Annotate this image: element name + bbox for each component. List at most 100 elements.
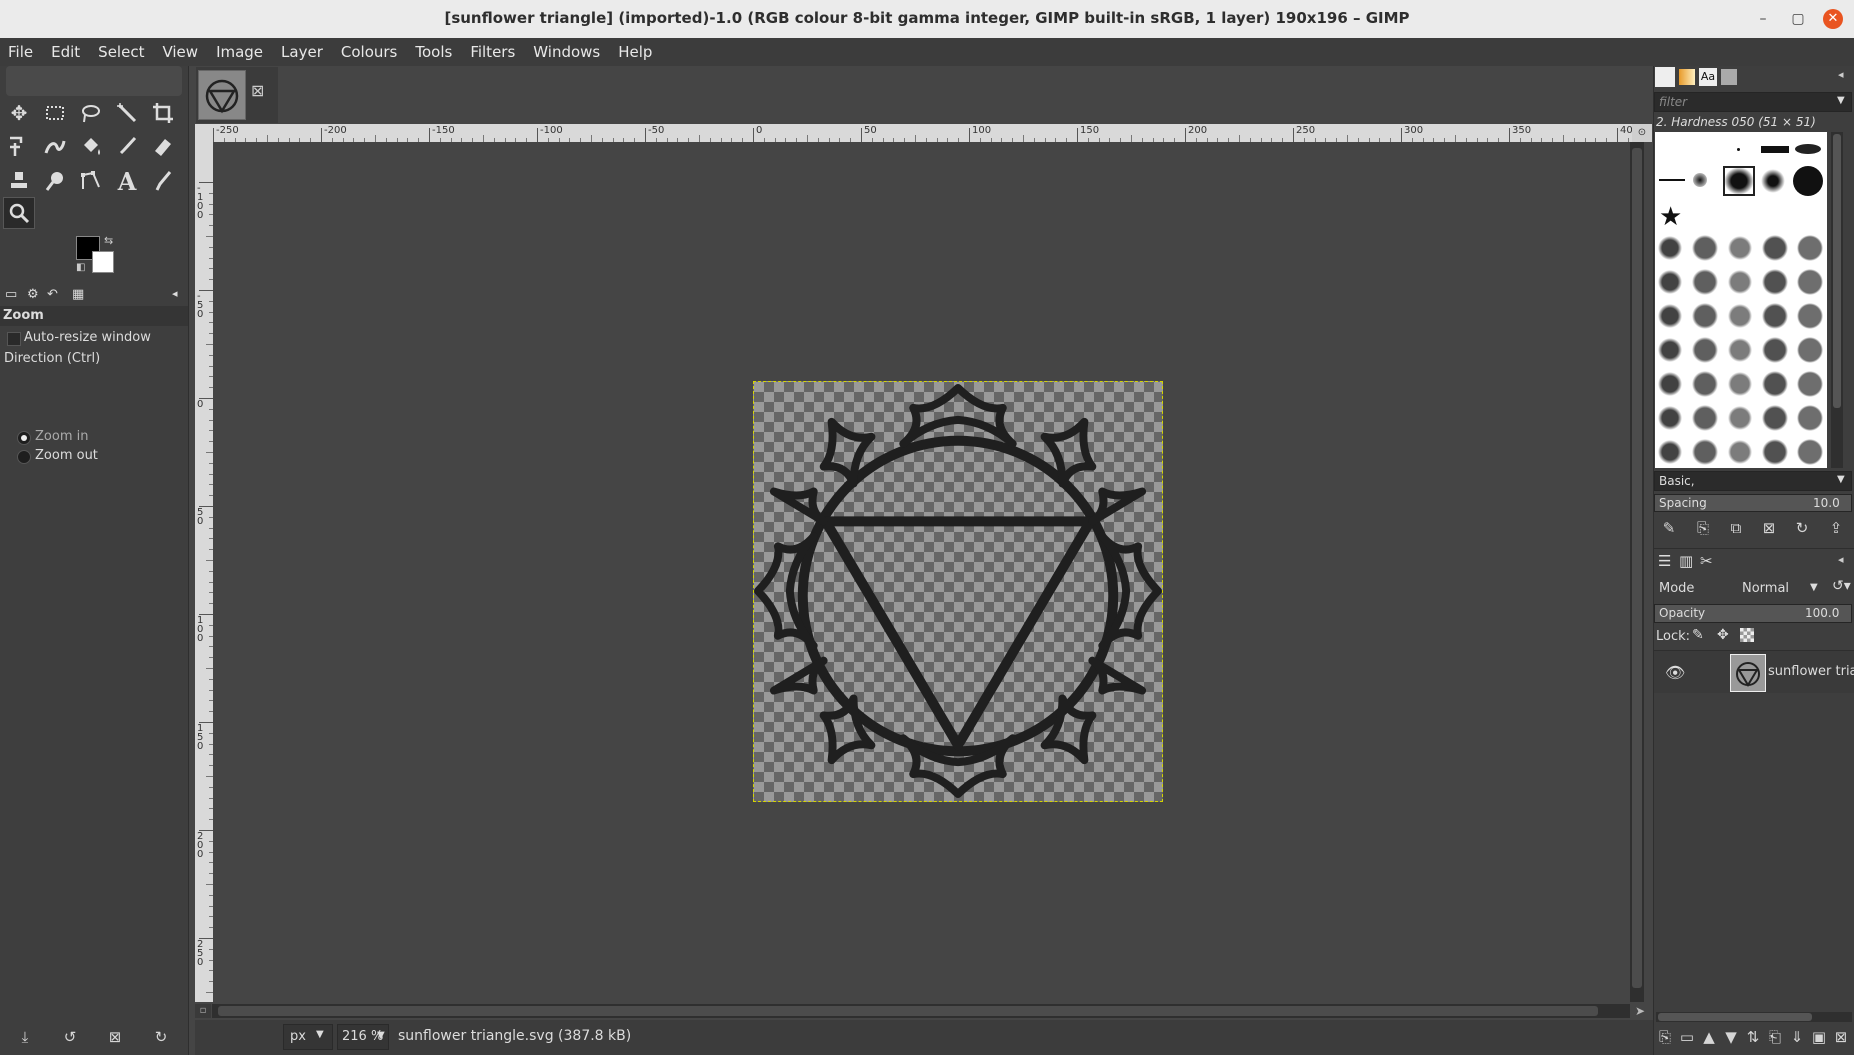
minimize-button[interactable]: – — [1753, 9, 1773, 29]
layers-tab-icon[interactable]: ☰ — [1658, 552, 1671, 570]
menu-image[interactable]: Image — [207, 38, 272, 61]
lasso-tool-icon[interactable] — [76, 98, 106, 128]
unit-selector[interactable]: px ▼ — [283, 1024, 333, 1050]
zoom-tool-icon[interactable] — [3, 197, 35, 229]
duplicate-layer-icon[interactable]: ⇅ — [1742, 1026, 1764, 1048]
paintbrush-tool-icon[interactable] — [112, 132, 142, 162]
layers-hscrollbar[interactable] — [1656, 1012, 1852, 1022]
menu-colours[interactable]: Colours — [332, 38, 406, 61]
ruler-tick — [753, 128, 754, 142]
dock-menu-icon[interactable]: ◂ — [172, 287, 178, 300]
brush-grid[interactable]: ★ — [1655, 132, 1827, 468]
color-picker-tool-icon[interactable] — [148, 166, 178, 196]
mode-value: Normal — [1742, 581, 1790, 596]
layer-row[interactable]: 👁 sunflower trian — [1654, 651, 1854, 693]
document-history-tab-icon[interactable] — [1721, 69, 1737, 85]
brush-grid-scrollbar[interactable] — [1831, 132, 1843, 468]
paths-tool-icon[interactable] — [76, 166, 106, 196]
merge-layer-icon[interactable]: ⇓ — [1786, 1026, 1808, 1048]
anchor-layer-icon[interactable]: ⎗ — [1764, 1026, 1786, 1048]
images-tab-icon[interactable]: ▦ — [72, 287, 84, 302]
delete-brush-icon[interactable]: ⊠ — [1758, 517, 1780, 539]
lock-alpha-icon[interactable] — [1740, 628, 1754, 642]
clone-tool-icon[interactable] — [4, 166, 34, 196]
ruler-minor-tick — [688, 138, 690, 142]
lower-layer-icon[interactable]: ▼ — [1720, 1026, 1742, 1048]
menu-file[interactable]: File — [0, 38, 42, 61]
lock-position-icon[interactable]: ✥ — [1717, 627, 1729, 643]
tool-options-tab-icon[interactable]: ▭ — [5, 287, 17, 302]
zoom-out-radio[interactable] — [17, 450, 31, 464]
brush-tag-selector[interactable]: Basic, ▼ — [1654, 471, 1852, 491]
dock-menu-icon[interactable]: ◂ — [1838, 68, 1844, 81]
layer-name[interactable]: sunflower trian — [1768, 664, 1854, 679]
edit-brush-icon[interactable]: ✎ — [1658, 517, 1680, 539]
menu-help[interactable]: Help — [609, 38, 661, 61]
image-tab-close-icon[interactable]: ⊠ — [251, 81, 264, 100]
background-color-swatch[interactable] — [92, 251, 114, 273]
delete-tool-preset-icon[interactable]: ⊠ — [104, 1026, 126, 1048]
move-tool-icon[interactable]: ✥ — [4, 98, 34, 128]
dock-menu-icon[interactable]: ◂ — [1838, 553, 1844, 566]
crop-tool-icon[interactable] — [148, 98, 178, 128]
smudge-tool-icon[interactable] — [40, 166, 70, 196]
image-tab[interactable]: ⊠ — [196, 67, 278, 123]
navigate-icon[interactable]: ➤ — [1632, 1004, 1648, 1018]
close-button[interactable]: ✕ — [1823, 9, 1843, 29]
layer-mode-selector[interactable]: Normal ▼ — [1732, 576, 1828, 600]
open-brush-as-image-icon[interactable]: ⇪ — [1825, 517, 1847, 539]
menu-filters[interactable]: Filters — [461, 38, 524, 61]
new-brush-icon[interactable]: ⎘ — [1692, 517, 1714, 539]
swap-colors-icon[interactable]: ⇆ — [104, 234, 113, 247]
menu-select[interactable]: Select — [89, 38, 153, 61]
maximize-button[interactable]: ▢ — [1788, 9, 1808, 29]
paths-tab-icon[interactable]: ✂ — [1700, 552, 1713, 570]
menu-view[interactable]: View — [153, 38, 207, 61]
toggle-quickmask-icon[interactable]: ▫ — [195, 1004, 211, 1018]
fuzzy-select-tool-icon[interactable] — [112, 98, 142, 128]
transform-tool-icon[interactable] — [4, 132, 34, 162]
raise-layer-icon[interactable]: ▲ — [1698, 1026, 1720, 1048]
menubar: File Edit Select View Image Layer Colours Tools… — [0, 38, 1854, 66]
undo-history-tab-icon[interactable]: ↶ — [47, 287, 58, 302]
menu-windows[interactable]: Windows — [524, 38, 609, 61]
selected-brush[interactable] — [1723, 166, 1755, 196]
auto-resize-checkbox[interactable] — [7, 332, 21, 346]
zoom-selector[interactable]: 216 % ▼ — [337, 1024, 389, 1050]
zoom-in-radio[interactable] — [17, 431, 31, 445]
reset-colors-icon[interactable]: ◧ — [76, 262, 85, 273]
menu-tools[interactable]: Tools — [406, 38, 461, 61]
menu-layer[interactable]: Layer — [272, 38, 332, 61]
opacity-slider[interactable]: Opacity 100.0 — [1654, 604, 1852, 623]
vertical-scrollbar[interactable] — [1630, 142, 1644, 1002]
eye-icon[interactable]: 👁 — [1665, 663, 1685, 682]
save-tool-preset-icon[interactable]: ⤓ — [14, 1026, 36, 1048]
ruler-minor-tick — [209, 657, 213, 659]
layer-mode-reset-icon[interactable]: ↺▾ — [1832, 578, 1851, 594]
menu-edit[interactable]: Edit — [42, 38, 89, 61]
channels-tab-icon[interactable]: ▥ — [1679, 552, 1693, 570]
refresh-brushes-icon[interactable]: ↻ — [1791, 517, 1813, 539]
lock-pixels-icon[interactable]: ✎ — [1692, 627, 1704, 643]
duplicate-brush-icon[interactable]: ⧉ — [1725, 517, 1747, 539]
eraser-tool-icon[interactable] — [148, 132, 178, 162]
new-layer-group-icon[interactable]: ▭ — [1676, 1026, 1698, 1048]
rect-select-tool-icon[interactable] — [40, 98, 70, 128]
canvas-image[interactable] — [753, 381, 1163, 802]
horizontal-scrollbar[interactable] — [212, 1004, 1630, 1018]
reset-tool-options-icon[interactable]: ↻ — [150, 1026, 172, 1048]
restore-tool-preset-icon[interactable]: ↺ — [59, 1026, 81, 1048]
brushes-tab-icon[interactable] — [1655, 67, 1675, 87]
new-layer-icon[interactable]: ⎘ — [1654, 1026, 1676, 1048]
bucket-fill-tool-icon[interactable] — [76, 132, 106, 162]
spacing-slider[interactable]: Spacing 10.0 — [1654, 494, 1852, 512]
fonts-tab-icon[interactable]: Aa — [1699, 68, 1717, 86]
warp-tool-icon[interactable] — [40, 132, 70, 162]
brush-filter-input[interactable]: filter ▼ — [1654, 92, 1852, 112]
delete-layer-icon[interactable]: ⊠ — [1830, 1026, 1852, 1048]
patterns-tab-icon[interactable] — [1679, 69, 1695, 85]
layer-mask-icon[interactable]: ▣ — [1808, 1026, 1830, 1048]
device-status-tab-icon[interactable]: ⚙ — [27, 287, 39, 302]
zoom-image-when-window-resized-icon[interactable]: ⊙ — [1632, 124, 1652, 142]
text-tool-icon[interactable]: A — [112, 166, 142, 196]
